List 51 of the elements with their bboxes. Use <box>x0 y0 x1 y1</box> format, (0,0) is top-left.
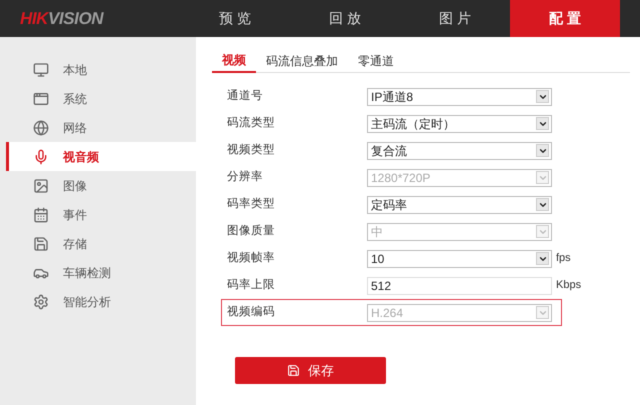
calendar-icon <box>33 206 49 222</box>
field-label: 分辨率 <box>227 170 264 185</box>
field-label: 视频类型 <box>227 142 276 158</box>
sidebar-item[interactable]: 图像 <box>6 171 196 200</box>
sidebar-label: 存储 <box>63 236 87 252</box>
sidebar-item[interactable]: 网络 <box>6 113 196 142</box>
tab[interactable]: 视频 <box>212 49 256 73</box>
sidebar-label: 车辆检测 <box>63 264 111 282</box>
field-label: 视频帧率 <box>227 250 276 266</box>
field-label: 图像质量 <box>227 224 276 239</box>
dropdown[interactable]: 复合流 <box>367 142 552 160</box>
field-label: 码率类型 <box>227 196 276 212</box>
sidebar-label: 图像 <box>63 178 87 194</box>
sidebar-item[interactable]: 本地 <box>6 55 196 84</box>
sidebar-item[interactable]: 视音频 <box>6 142 196 171</box>
sidebar-item[interactable]: 系统 <box>6 84 196 113</box>
input-field[interactable]: 512 <box>367 276 552 294</box>
field-label: 码率上限 <box>227 278 276 293</box>
field-label: 通道号 <box>227 88 264 104</box>
sidebar-item[interactable]: 事件 <box>6 200 196 229</box>
unit-label: Kbps <box>556 278 582 294</box>
field-label: 码流类型 <box>227 115 276 131</box>
field-label: 视频编码 <box>227 304 276 320</box>
tab[interactable]: 零通道 <box>348 49 404 73</box>
window-icon <box>33 90 49 106</box>
sidebar-item[interactable]: 存储 <box>6 229 196 258</box>
sidebar-label: 系统 <box>63 90 87 108</box>
monitor-icon <box>33 62 49 78</box>
nav-tab[interactable]: 图 片 <box>400 0 510 37</box>
dropdown[interactable]: 定码率 <box>367 196 552 214</box>
sidebar-label: 事件 <box>63 206 87 224</box>
nav-tab[interactable]: 配 置 <box>510 0 620 37</box>
dropdown[interactable]: IP通道8 <box>367 88 552 106</box>
sidebar-item[interactable]: 智能分析 <box>6 287 196 316</box>
dropdown[interactable]: 主码流（定时） <box>367 114 552 132</box>
logo: HIKVISION <box>19 8 105 30</box>
gear-icon <box>33 294 49 310</box>
sidebar-item[interactable]: 车辆检测 <box>6 258 196 287</box>
image-icon <box>33 178 49 194</box>
save-button[interactable]: 保存 <box>235 357 386 384</box>
nav-tab[interactable]: 回 放 <box>290 0 400 37</box>
unit-label: fps <box>556 251 571 266</box>
tab[interactable]: 码流信息叠加 <box>256 49 348 73</box>
dropdown[interactable]: 10 <box>367 250 552 268</box>
sidebar-label: 视音频 <box>63 148 99 166</box>
sidebar-label: 网络 <box>63 120 87 136</box>
globe-icon <box>33 120 49 136</box>
microphone-icon <box>33 148 49 164</box>
sidebar-label: 智能分析 <box>63 294 111 310</box>
nav-tab[interactable]: 预 览 <box>180 0 290 37</box>
sidebar-label: 本地 <box>63 62 87 78</box>
